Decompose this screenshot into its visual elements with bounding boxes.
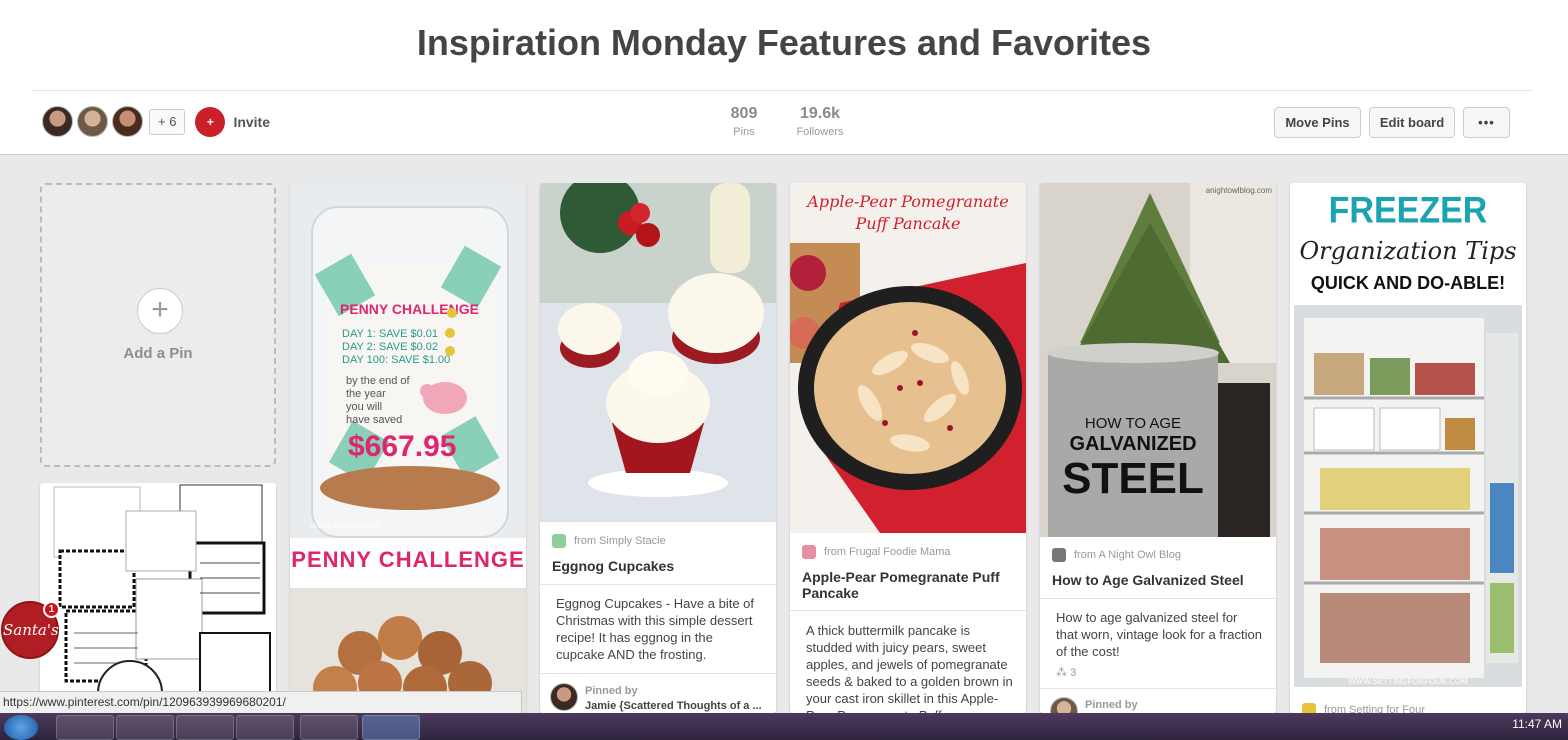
- svg-text:by the end of: by the end of: [346, 375, 411, 387]
- pin-image: PENNY CHALLENGE DAY 1: SAVE $0.01 DAY 2:…: [290, 183, 526, 713]
- source-label: from Frugal Foodie Mama: [824, 546, 951, 558]
- followers-stat[interactable]: 19.6k Followers: [795, 105, 845, 138]
- penny-challenge-banner: PENNY CHALLENGE: [291, 547, 525, 572]
- move-pins-button[interactable]: Move Pins: [1274, 107, 1361, 138]
- svg-text:the year: the year: [346, 388, 386, 400]
- pin-image: FREEZER Organization Tips QUICK AND DO-A…: [1290, 183, 1526, 693]
- svg-text:PENNY CHALLENGE: PENNY CHALLENGE: [340, 301, 479, 317]
- pin-title[interactable]: Apple-Pear Pomegranate Puff Pancake: [802, 569, 1018, 601]
- svg-text:STEEL: STEEL: [1062, 454, 1204, 503]
- svg-text:Organization Tips: Organization Tips: [1299, 237, 1516, 265]
- collaborator-avatar[interactable]: [112, 106, 143, 137]
- taskbar-app-icon[interactable]: [362, 715, 420, 740]
- board-header: Inspiration Monday Features and Favorite…: [0, 0, 1568, 155]
- svg-text:WWW.SETTINGFORFOUR.COM: WWW.SETTINGFORFOUR.COM: [1348, 677, 1468, 686]
- taskbar-app-icon[interactable]: [56, 715, 114, 740]
- pin-image: Apple-Pear Pomegranate Puff Pancake: [790, 183, 1026, 533]
- source-label: from Setting for Four: [1324, 704, 1425, 713]
- pin-image: [540, 183, 776, 522]
- edit-board-button[interactable]: Edit board: [1369, 107, 1455, 138]
- pinner-avatar[interactable]: [1050, 697, 1078, 713]
- divider: [540, 584, 776, 585]
- divider: [1040, 598, 1276, 599]
- svg-text:anightowlblog.com: anightowlblog.com: [1206, 186, 1273, 195]
- svg-text:Apple-Pear Pomegranate: Apple-Pear Pomegranate: [805, 192, 1008, 211]
- more-collaborators-button[interactable]: + 6: [149, 108, 186, 135]
- svg-text:you will: you will: [346, 401, 382, 413]
- svg-text:DAY 100: SAVE $1.00: DAY 100: SAVE $1.00: [342, 354, 450, 366]
- source-favicon-icon: [802, 545, 816, 559]
- pin-card-galvanized-steel[interactable]: HOW TO AGE GALVANIZED STEEL anightowlblo…: [1040, 183, 1276, 713]
- source-label: from A Night Owl Blog: [1074, 549, 1181, 561]
- repin-count-value: 3: [1070, 667, 1077, 679]
- divider: [790, 610, 1026, 611]
- svg-text:FREEZER: FREEZER: [1329, 189, 1488, 231]
- pin-source[interactable]: from Simply Stacie: [552, 534, 764, 548]
- pins-count: 809: [730, 105, 758, 122]
- pin-image: HOW TO AGE GALVANIZED STEEL anightowlblo…: [1040, 183, 1276, 537]
- chrome-icon[interactable]: [116, 715, 174, 740]
- pin-title[interactable]: Eggnog Cupcakes: [552, 558, 764, 574]
- pin-description: A thick buttermilk pancake is studded wi…: [806, 623, 1013, 713]
- repin-icon: ⁂: [1056, 667, 1067, 679]
- collaborator-avatar[interactable]: [77, 106, 108, 137]
- pinned-by-label: Pinned by: [1085, 699, 1138, 711]
- svg-text:have saved: have saved: [346, 414, 402, 426]
- pin-image: [40, 483, 276, 693]
- source-favicon-icon: [552, 534, 566, 548]
- invite-icon[interactable]: +: [195, 106, 226, 137]
- svg-text:DAY 2: SAVE $0.02: DAY 2: SAVE $0.02: [342, 341, 438, 353]
- pin-card-puff-pancake[interactable]: Apple-Pear Pomegranate Puff Pancake from…: [790, 183, 1026, 713]
- divider: [1040, 688, 1276, 689]
- divider: [540, 673, 776, 674]
- collaborators: + 6 + Invite: [42, 106, 270, 137]
- pinned-by-label: Pinned by: [585, 685, 638, 697]
- svg-text:QUICK AND DO-ABLE!: QUICK AND DO-ABLE!: [1311, 273, 1505, 293]
- add-pin-label: Add a Pin: [123, 345, 193, 362]
- svg-text:DAY 1: SAVE $0.01: DAY 1: SAVE $0.01: [342, 328, 438, 340]
- pin-description: Eggnog Cupcakes - Have a bite of Christm…: [556, 596, 755, 662]
- header-divider: [32, 90, 1532, 91]
- clock[interactable]: 11:47 AM: [1512, 717, 1562, 731]
- pinner-avatar[interactable]: [550, 683, 578, 711]
- pin-card-eggnog-cupcakes[interactable]: from Simply Stacie Eggnog Cupcakes Eggno…: [540, 183, 776, 713]
- pin-card-planner[interactable]: [40, 483, 276, 693]
- source-favicon-icon: [1302, 703, 1316, 713]
- svg-text:GALVANIZED: GALVANIZED: [1069, 433, 1196, 455]
- svg-text:Puff Pancake: Puff Pancake: [854, 214, 960, 233]
- notification-badge: 1: [43, 601, 60, 618]
- more-options-button[interactable]: •••: [1463, 107, 1510, 138]
- pin-description: How to age galvanized steel for that wor…: [1056, 610, 1262, 659]
- folder-icon[interactable]: [236, 715, 294, 740]
- pin-source[interactable]: from Frugal Foodie Mama: [802, 545, 1014, 559]
- pin-source[interactable]: from A Night Owl Blog: [1052, 548, 1264, 562]
- svg-text:$667.95: $667.95: [348, 430, 456, 463]
- invite-button[interactable]: Invite: [233, 114, 270, 130]
- link-status-bar: https://www.pinterest.com/pin/1209639399…: [0, 691, 522, 713]
- outlook-icon[interactable]: [176, 715, 234, 740]
- svg-text:SMART SCHOOL HOUSE: SMART SCHOOL HOUSE: [310, 524, 381, 530]
- pin-card-penny-challenge[interactable]: PENNY CHALLENGE DAY 1: SAVE $0.01 DAY 2:…: [290, 183, 526, 713]
- source-label: from Simply Stacie: [574, 535, 666, 547]
- start-button[interactable]: [4, 715, 38, 740]
- followers-label: Followers: [796, 126, 844, 138]
- add-pin-card[interactable]: + Add a Pin: [40, 183, 276, 467]
- add-icon: +: [137, 288, 183, 334]
- pinner-name[interactable]: Jamie {Scattered Thoughts of a ...: [585, 700, 771, 712]
- taskbar-app-icon[interactable]: [300, 715, 358, 740]
- planner-printables-image: [53, 484, 271, 693]
- pin-title[interactable]: How to Age Galvanized Steel: [1052, 572, 1264, 588]
- board-title: Inspiration Monday Features and Favorite…: [416, 22, 1152, 63]
- repin-count[interactable]: ⁂ 3: [1056, 666, 1076, 679]
- taskbar: 11:47 AM: [0, 713, 1568, 740]
- collaborator-avatar[interactable]: [42, 106, 73, 137]
- pin-card-freezer-tips[interactable]: FREEZER Organization Tips QUICK AND DO-A…: [1290, 183, 1526, 713]
- pin-source[interactable]: from Setting for Four: [1302, 703, 1514, 713]
- source-favicon-icon: [1052, 548, 1066, 562]
- pins-stat[interactable]: 809 Pins: [728, 105, 760, 138]
- svg-text:HOW TO AGE: HOW TO AGE: [1085, 415, 1181, 432]
- followers-count: 19.6k: [799, 105, 841, 122]
- pins-label: Pins: [733, 126, 755, 138]
